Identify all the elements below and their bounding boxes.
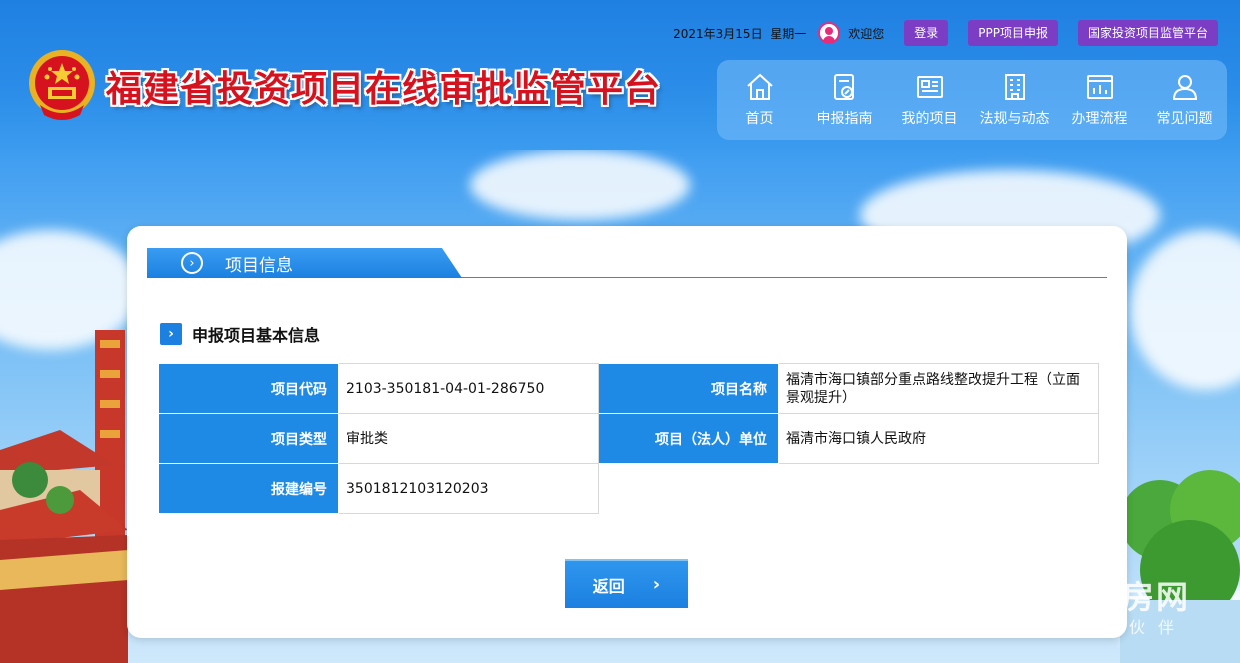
login-button[interactable]: 登录 <box>904 20 949 46</box>
tab-bar: › 项目信息 <box>147 248 1107 278</box>
label-project-type: 项目类型 <box>158 413 339 464</box>
date: 2021年3月15日 <box>673 26 763 41</box>
cloud <box>470 150 690 220</box>
site-title: 福建省投资项目在线审批监管平台 <box>106 69 662 110</box>
value-project-type: 审批类 <box>338 413 599 464</box>
header: 福建省投资项目在线审批监管平台 2021年3月15日 星期一 欢迎您 登录 PP… <box>0 0 1240 150</box>
back-button-label: 返回 <box>592 576 625 596</box>
label-project-code: 项目代码 <box>158 363 339 414</box>
tab-label: 项目信息 <box>225 255 293 276</box>
label-report-number: 报建编号 <box>158 463 339 514</box>
empty-cell <box>598 463 1099 514</box>
label-project-name: 项目名称 <box>598 363 779 414</box>
national-platform-button[interactable]: 国家投资项目监管平台 <box>1077 20 1218 46</box>
table-row: 报建编号 3501812103120203 <box>158 463 1099 514</box>
nav-item-faq[interactable]: 常见问题 <box>1142 60 1227 140</box>
nav-item-guide[interactable]: 申报指南 <box>802 60 887 140</box>
chevron-right-icon: › <box>160 323 182 345</box>
temple-scenery <box>0 330 128 663</box>
value-project-name: 福清市海口镇部分重点路线整改提升工程（立面景观提升） <box>778 363 1099 414</box>
nav-item-my-projects[interactable]: 我的项目 <box>887 60 972 140</box>
national-emblem-icon <box>29 50 95 120</box>
chevron-right-icon: › <box>652 574 661 595</box>
date-text: 2021年3月15日 星期一 <box>673 25 806 42</box>
nav-label: 首页 <box>745 111 774 127</box>
status-row: 2021年3月15日 星期一 欢迎您 登录 PPP项目申报 国家投资项目监管平台 <box>673 20 1218 46</box>
nav-label: 办理流程 <box>1071 111 1128 127</box>
nav-label: 常见问题 <box>1156 111 1213 127</box>
project-info-panel: › 项目信息 › 申报项目基本信息 项目代码 2103-350181-04-01… <box>127 226 1127 638</box>
nav-item-process[interactable]: 办理流程 <box>1057 60 1142 140</box>
value-project-code: 2103-350181-04-01-286750 <box>338 363 599 414</box>
table-row: 项目代码 2103-350181-04-01-286750 项目名称 福清市海口… <box>158 363 1099 414</box>
user-icon <box>818 22 841 44</box>
table-row: 项目类型 审批类 项目（法人）单位 福清市海口镇人民政府 <box>158 413 1099 464</box>
watermark-title: 福清好房网 <box>1020 578 1191 616</box>
watermark: 福清好房网 看福清合作伙伴 <box>980 570 1210 640</box>
label-legal-unit: 项目（法人）单位 <box>598 413 779 464</box>
tab-project-info[interactable]: › 项目信息 <box>147 248 462 278</box>
welcome-text: 欢迎您 <box>848 26 885 41</box>
value-report-number: 3501812103120203 <box>338 463 599 514</box>
users-icon <box>1172 75 1197 100</box>
watermark-subtitle: 看福清合作伙伴 <box>984 618 1188 637</box>
section-title: 申报项目基本信息 <box>192 326 321 345</box>
nav-label: 我的项目 <box>901 111 958 127</box>
section-header: › 申报项目基本信息 <box>160 322 320 346</box>
nav-item-regulations[interactable]: 法规与动态 <box>972 60 1057 140</box>
ppp-declare-button[interactable]: PPP项目申报 <box>968 20 1058 46</box>
nav-label: 申报指南 <box>816 111 873 127</box>
project-info-table: 项目代码 2103-350181-04-01-286750 项目名称 福清市海口… <box>158 363 1099 514</box>
back-button[interactable]: 返回 › <box>565 559 688 608</box>
cloud <box>1130 230 1240 390</box>
project-icon <box>916 76 943 98</box>
weekday: 星期一 <box>770 26 807 41</box>
nav-label: 法规与动态 <box>979 111 1050 127</box>
value-legal-unit: 福清市海口镇人民政府 <box>778 413 1099 464</box>
nav-item-home[interactable]: 首页 <box>717 60 802 140</box>
chevron-right-icon: › <box>181 252 203 274</box>
building-icon <box>1004 74 1025 100</box>
chart-icon <box>1086 75 1113 99</box>
house-icon <box>981 575 1015 609</box>
main-nav: 首页 申报指南 我的项目 法规与动态 办理流程 常见问题 <box>717 60 1227 140</box>
guide-icon <box>833 74 854 100</box>
home-icon <box>746 73 773 100</box>
